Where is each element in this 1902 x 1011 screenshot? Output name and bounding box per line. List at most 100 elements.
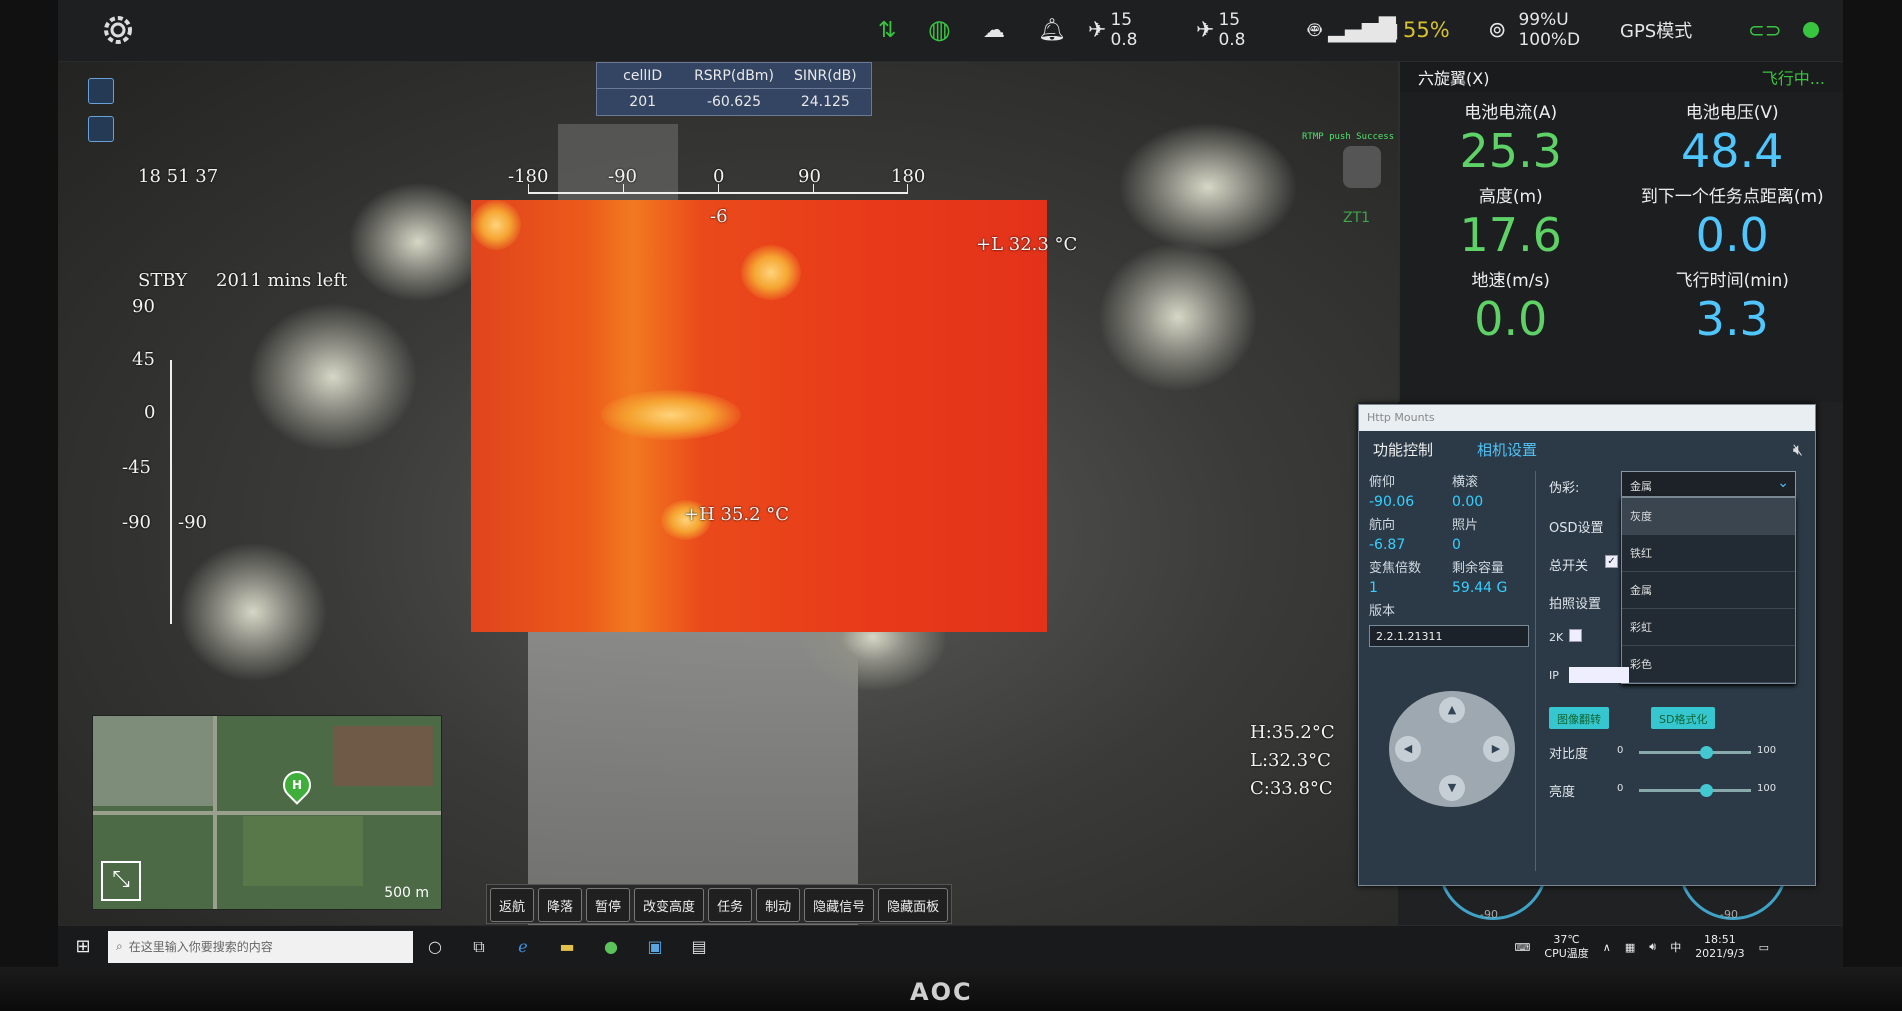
heading-scale (528, 184, 908, 194)
brightness-min: 0 (1617, 783, 1624, 794)
hide-panel-button[interactable]: 隐藏面板 (878, 888, 949, 922)
updown-arrows-icon: ⇅ (878, 17, 897, 43)
contrast-slider[interactable] (1639, 746, 1751, 759)
task-view-icon[interactable]: ⧉ (457, 937, 501, 957)
gimbal-right-icon[interactable]: ▶ (1483, 736, 1509, 762)
palette-option[interactable]: 金属 (1622, 572, 1795, 609)
land-button[interactable]: 降落 (538, 888, 583, 922)
app-window-icon-1[interactable]: ▣ (633, 937, 677, 956)
telemetry-value: 0.0 (1695, 208, 1769, 262)
explorer-icon[interactable]: ▬ (545, 937, 589, 956)
sat1-sub: 0.8 (1110, 30, 1138, 50)
version-field: 2.2.1.21311 (1369, 625, 1529, 647)
change-altitude-button[interactable]: 改变高度 (634, 888, 705, 922)
mute-icon[interactable]: 🔇︎ (1793, 440, 1803, 460)
palette-option[interactable]: 彩虹 (1622, 609, 1795, 646)
settings-gear-icon[interactable] (98, 10, 138, 50)
network-icon[interactable]: ▦ (1625, 941, 1635, 954)
brake-button[interactable]: 制动 (756, 888, 801, 922)
master-switch-label: 总开关 (1549, 559, 1589, 574)
taskbar-search-input[interactable]: ⌕ 在这里输入你要搜索的内容 (108, 930, 413, 963)
camera-label: ZT1 (1343, 210, 1371, 226)
mount-window-title: Http Mounts (1359, 405, 1815, 431)
video-feed[interactable]: ZT1 RTMP push Success -180 -90 0 90 180 … (58, 62, 1398, 925)
battery-icon: ▯ (1388, 18, 1400, 42)
photo-settings-label: 拍照设置 (1549, 597, 1602, 612)
master-switch-checkbox[interactable]: ✓ (1605, 555, 1618, 568)
notification-icon[interactable]: ▭ (1759, 941, 1769, 954)
app-window-icon-2[interactable]: ▤ (677, 937, 721, 956)
clock-date: 2021/9/3 (1695, 947, 1745, 960)
brightness-knob[interactable] (1700, 784, 1714, 797)
person-view-icon[interactable] (88, 116, 114, 142)
gimbal-joystick[interactable]: ▲ ◀ ▶ ▼ (1389, 691, 1515, 807)
antenna-icon: ⊚ (1488, 17, 1507, 43)
telemetry-panel: 六旋翼(X) 飞行中... 电池电流(A) 25.3 电池电压(V) 48.4 高度… (1398, 62, 1843, 402)
clock-time: 18:51 (1704, 933, 1736, 946)
monitor-brand-logo: AOC (910, 978, 973, 1006)
palette-option[interactable]: 铁红 (1622, 535, 1795, 572)
home-pin-icon[interactable]: H (277, 765, 317, 805)
bell-icon: 🔔︎ (1038, 17, 1066, 43)
attitude-gauges: -90 -90 (1438, 810, 1818, 925)
cell-value: 201 (629, 94, 657, 110)
tray-chevron-icon[interactable]: ∧ (1603, 941, 1611, 954)
palette-option[interactable]: 彩色 (1622, 646, 1795, 683)
telemetry-label: 高度(m) (1478, 187, 1543, 207)
pause-button[interactable]: 暂停 (586, 888, 631, 922)
image-flip-button[interactable]: 图像翻转 (1549, 707, 1609, 729)
vehicle-view-icon[interactable] (88, 78, 114, 104)
pitch-scale (170, 360, 172, 624)
pitch-tick-label: -45 (122, 457, 151, 478)
top-status-bar: ⇅ ◍ ☁ 🔔︎ ✈ 15 0.8 ✈ 15 0.8 🤖︎ ▂▄▆█ ▯ 55% ⊚… (58, 0, 1843, 62)
minimap[interactable]: H 500 m ⤡ (92, 715, 442, 910)
mission-button[interactable]: 任务 (708, 888, 753, 922)
heading-tick-label: 0 (713, 166, 725, 187)
2k-checkbox[interactable] (1569, 629, 1582, 642)
aircraft-type: 六旋翼(X) (1418, 69, 1490, 88)
sat1-count: 15 (1110, 10, 1133, 30)
gimbal-left-icon[interactable]: ◀ (1395, 736, 1421, 762)
heading-tick-label: -90 (608, 166, 637, 187)
ip-label: IP (1549, 669, 1559, 682)
contrast-knob[interactable] (1700, 746, 1714, 759)
volume-icon[interactable]: 🔊︎ (1649, 940, 1656, 954)
tab-function-control[interactable]: 功能控制 (1373, 439, 1433, 460)
link-icon: ⊂⊃ (1748, 18, 1782, 42)
windows-start-icon[interactable]: ⊞ (58, 936, 108, 957)
sd-format-button[interactable]: SD格式化 (1651, 707, 1716, 729)
ip-input[interactable] (1569, 667, 1629, 683)
brightness-slider[interactable] (1639, 784, 1751, 797)
telemetry-label: 电池电压(V) (1685, 103, 1779, 123)
mount-tabs: 功能控制 相机设置 🔇︎ (1359, 431, 1815, 467)
search-placeholder: 在这里输入你要搜索的内容 (128, 940, 273, 954)
globe-icon: ◍ (928, 15, 951, 45)
clock[interactable]: 18:51 2021/9/3 (1695, 933, 1744, 961)
keyboard-icon[interactable]: ⌨ (1515, 941, 1531, 954)
screen: ⇅ ◍ ☁ 🔔︎ ✈ 15 0.8 ✈ 15 0.8 🤖︎ ▂▄▆█ ▯ 55% ⊚… (58, 0, 1843, 925)
search-icon: ⌕ (116, 939, 123, 953)
gauge-value: -90 (1720, 908, 1738, 921)
tab-camera-settings[interactable]: 相机设置 (1477, 439, 1537, 460)
palette-selected: 金属 (1630, 480, 1652, 493)
pitch-tick-label: -90 (122, 512, 151, 533)
return-home-button[interactable]: 返航 (490, 888, 535, 922)
telemetry-value: 48.4 (1681, 124, 1784, 178)
ie-browser-icon[interactable]: ℯ (501, 937, 545, 956)
ime-icon[interactable]: 中 (1670, 939, 1681, 955)
map-scale: 500 m (384, 885, 429, 901)
palette-select[interactable]: 金属 ⌄ (1621, 471, 1796, 497)
cortana-icon[interactable]: ○ (413, 937, 457, 956)
osd-mins-left: 2011 mins left (216, 270, 348, 291)
telemetry-value: 0.0 (1474, 292, 1548, 346)
heading-value: -6 (710, 206, 728, 227)
hide-signal-button[interactable]: 隐藏信号 (804, 888, 875, 922)
cell-info-table: cellID RSRP(dBm) SINR(dB) 201 -60.625 24… (596, 62, 872, 116)
expand-map-icon[interactable]: ⤡ (101, 861, 141, 901)
cell-header: SINR(dB) (794, 67, 857, 84)
palette-option[interactable]: 灰度 (1622, 498, 1795, 535)
app-green-icon[interactable]: ● (589, 937, 633, 956)
gimbal-up-icon[interactable]: ▲ (1439, 697, 1465, 723)
osd-time: 18 51 37 (138, 166, 219, 187)
gimbal-down-icon[interactable]: ▼ (1439, 775, 1465, 801)
